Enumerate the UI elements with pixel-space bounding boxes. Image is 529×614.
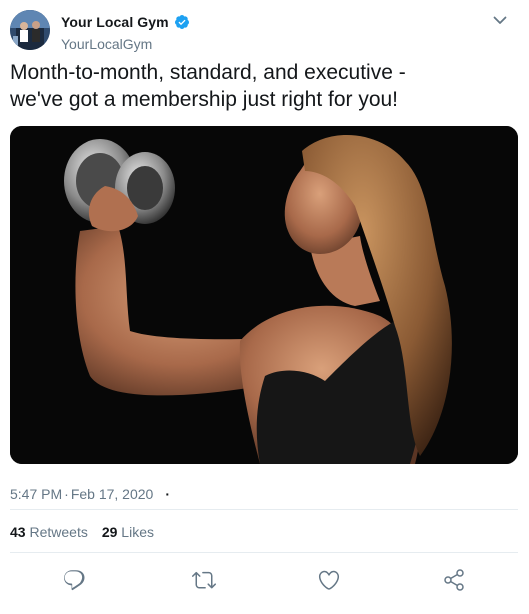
share-icon[interactable]	[442, 568, 466, 592]
heart-icon[interactable]	[317, 568, 341, 592]
chevron-down-icon[interactable]	[492, 12, 508, 28]
display-name[interactable]: Your Local Gym	[61, 14, 169, 30]
likes-stat[interactable]: 29 Likes	[102, 524, 154, 540]
tweet-text: Month-to-month, standard, and executive …	[10, 59, 515, 113]
tweet-date: Feb 17, 2020	[70, 486, 154, 502]
verified-badge-icon	[174, 14, 190, 30]
tweet-card: Your Local Gym YourLocalGym Month-to-mon…	[0, 0, 529, 614]
tweet-actions	[0, 562, 529, 602]
retweet-icon[interactable]	[192, 568, 216, 592]
likes-label: Likes	[121, 524, 154, 540]
retweets-label: Retweets	[29, 524, 88, 540]
retweets-count: 43	[10, 524, 26, 540]
meta-separator: ·	[64, 486, 69, 502]
reply-icon[interactable]	[62, 568, 86, 592]
meta-trailing-dot: ·	[165, 486, 170, 502]
tweet-text-line-2: we've got a membership just right for yo…	[10, 88, 399, 111]
tweet-text-line-1: Month-to-month, standard, and executive …	[10, 61, 406, 84]
avatar[interactable]	[10, 10, 50, 50]
tweet-time: 5:47 PM	[10, 486, 63, 502]
divider	[10, 552, 518, 553]
retweets-stat[interactable]: 43 Retweets	[10, 524, 88, 540]
tweet-timestamp[interactable]: 5:47 PM · Feb 17, 2020 ·	[10, 486, 170, 502]
handle[interactable]: YourLocalGym	[61, 36, 152, 52]
tweet-photo[interactable]	[10, 126, 518, 464]
divider	[10, 509, 518, 510]
tweet-stats: 43 Retweets 29 Likes	[10, 524, 154, 540]
likes-count: 29	[101, 524, 118, 540]
